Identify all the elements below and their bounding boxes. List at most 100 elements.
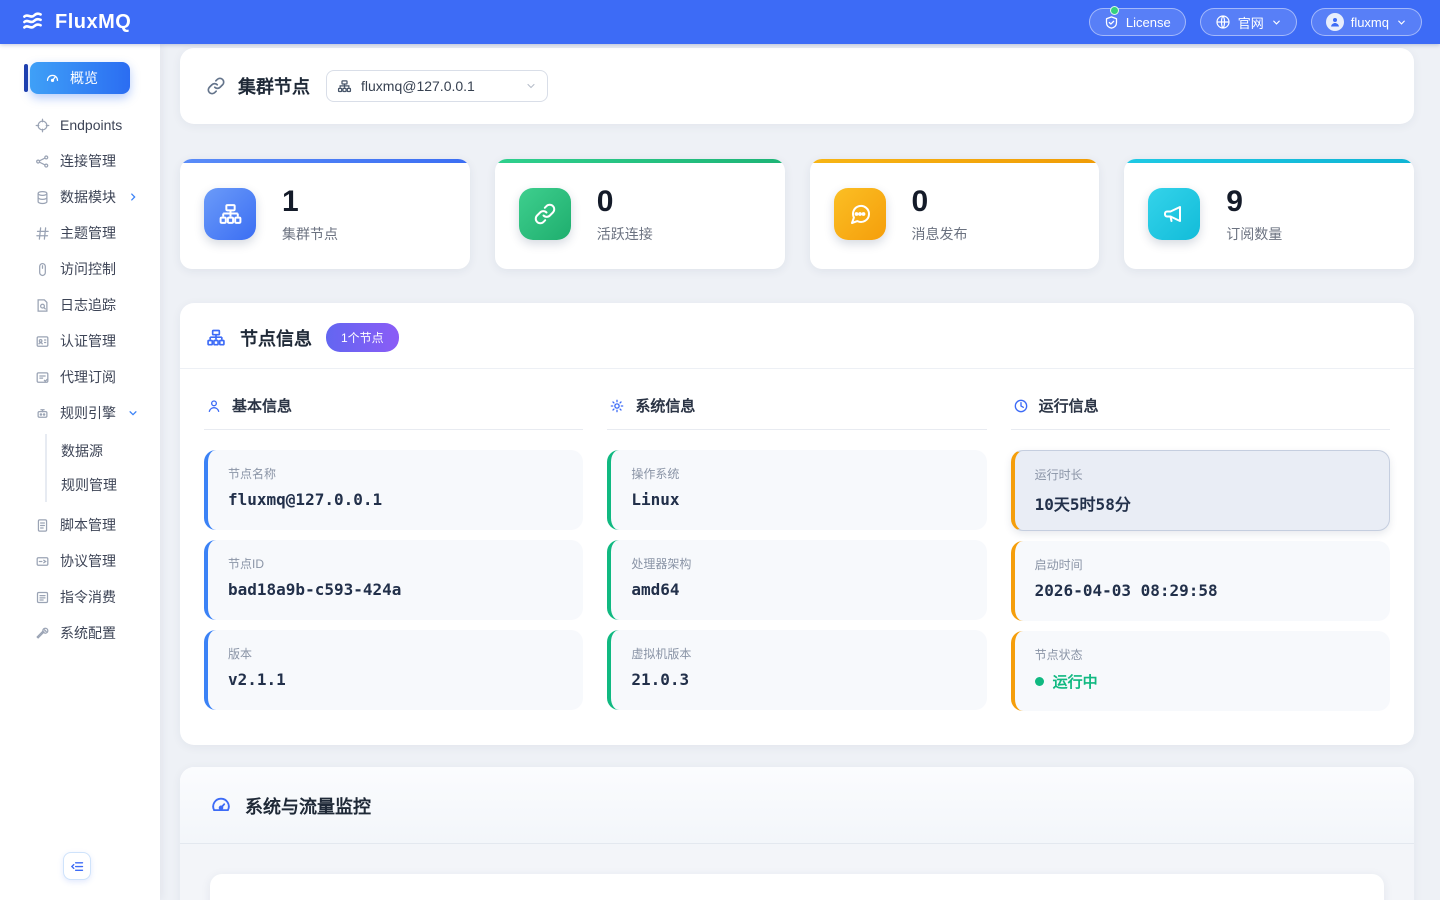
basic-info-column: 基本信息 节点名称 fluxmq@127.0.0.1 节点ID bad18a9b…: [204, 395, 583, 721]
node-info-title: 节点信息: [240, 325, 312, 351]
sidebar-subitem-label: 数据源: [61, 441, 103, 461]
cluster-node-select[interactable]: fluxmq@127.0.0.1: [326, 70, 548, 102]
stat-value: 1: [282, 185, 338, 218]
user-menu[interactable]: fluxmq: [1311, 8, 1422, 36]
chevron-down-icon: [525, 80, 537, 92]
stat-label: 集群节点: [282, 224, 338, 244]
sidebar-item-endpoints[interactable]: Endpoints: [34, 110, 160, 140]
main-content: 集群节点 fluxmq@127.0.0.1 1 集群节点: [160, 44, 1440, 900]
info-label: 节点状态: [1035, 646, 1370, 663]
sidebar-collapse-button[interactable]: [63, 852, 91, 880]
crosshair-icon: [34, 117, 50, 133]
sidebar-item-label: 连接管理: [60, 151, 116, 171]
globe-icon: [1215, 14, 1231, 30]
system-status-card: 系统状态: [210, 874, 1384, 900]
sidebar-item-label: 系统配置: [60, 623, 116, 643]
sidebar-item-scripts[interactable]: 脚本管理: [34, 510, 160, 540]
id-badge-icon: [34, 369, 50, 385]
brand: FluxMQ: [20, 9, 131, 35]
sitemap-icon: [204, 188, 256, 240]
info-value: 2026-04-03 08:29:58: [1035, 581, 1370, 600]
share-nodes-icon: [34, 153, 50, 169]
stat-label: 订阅数量: [1226, 224, 1282, 244]
sitemap-icon: [206, 328, 226, 348]
info-card-node-status: 节点状态 运行中: [1011, 631, 1390, 711]
stat-label: 消息发布: [912, 224, 968, 244]
sidebar-item-data-modules[interactable]: 数据模块: [34, 182, 160, 212]
info-value: bad18a9b-c593-424a: [228, 580, 563, 599]
sidebar-item-label: 协议管理: [60, 551, 116, 571]
stat-value: 0: [912, 185, 968, 218]
link-icon: [519, 188, 571, 240]
info-value: v2.1.1: [228, 670, 563, 689]
person-icon: [206, 398, 222, 414]
sidebar-item-connections[interactable]: 连接管理: [34, 146, 160, 176]
column-title: 基本信息: [232, 395, 292, 416]
info-card-start-time: 启动时间 2026-04-03 08:29:58: [1011, 541, 1390, 621]
user-avatar: [1326, 13, 1344, 31]
cluster-node-select-value: fluxmq@127.0.0.1: [361, 78, 516, 94]
monitor-title: 系统与流量监控: [245, 793, 371, 819]
sidebar-item-log-trace[interactable]: 日志追踪: [34, 290, 160, 320]
cluster-node-bar: 集群节点 fluxmq@127.0.0.1: [180, 48, 1414, 124]
sidebar-item-overview[interactable]: 概览: [30, 62, 130, 94]
info-card-uptime: 运行时长 10天5时58分: [1011, 450, 1390, 531]
sidebar-item-label: 数据模块: [60, 187, 116, 207]
monitor-panel: 系统与流量监控 系统状态: [180, 767, 1414, 900]
chevron-right-icon: [128, 192, 138, 202]
wrench-icon: [34, 625, 50, 641]
sidebar-item-label: 代理订阅: [60, 367, 116, 387]
rule-engine-icon: [34, 405, 50, 421]
info-label: 版本: [228, 645, 563, 662]
info-value: 10天5时58分: [1035, 491, 1369, 515]
active-indicator: [24, 64, 28, 92]
official-site-label: 官网: [1238, 13, 1264, 32]
hash-icon: [34, 225, 50, 241]
official-site-dropdown[interactable]: 官网: [1200, 8, 1297, 36]
info-label: 运行时长: [1035, 466, 1369, 483]
license-label: License: [1126, 15, 1171, 30]
sidebar-item-topics[interactable]: 主题管理: [34, 218, 160, 248]
sidebar-item-label: 规则引擎: [60, 403, 116, 423]
info-value: Linux: [631, 490, 966, 509]
info-value: 21.0.3: [631, 670, 966, 689]
stats-row: 1 集群节点 0 活跃连接 0 消息发布: [180, 159, 1414, 269]
stat-card-cluster-nodes: 1 集群节点: [180, 159, 470, 269]
cluster-node-title: 集群节点: [206, 73, 310, 99]
top-navbar: FluxMQ License 官网: [0, 0, 1440, 44]
info-label: 虚拟机版本: [631, 645, 966, 662]
sidebar-item-proxy-subscribe[interactable]: 代理订阅: [34, 362, 160, 392]
sidebar-item-label: Endpoints: [60, 117, 122, 133]
sidebar-item-auth[interactable]: 认证管理: [34, 326, 160, 356]
sidebar-item-protocols[interactable]: 协议管理: [34, 546, 160, 576]
system-info-column: 系统信息 操作系统 Linux 处理器架构 amd64 虚拟机版本 21.0.3: [607, 395, 986, 721]
sidebar-item-label: 主题管理: [60, 223, 116, 243]
megaphone-icon: [1148, 188, 1200, 240]
chat-bubble-icon: [834, 188, 886, 240]
sidebar: 概览 Endpoints 连接管理 数据模块: [0, 44, 160, 900]
speedometer-icon: [210, 795, 232, 817]
sidebar-item-command-consume[interactable]: 指令消费: [34, 582, 160, 612]
sidebar-item-label: 指令消费: [60, 587, 116, 607]
runtime-info-column: 运行信息 运行时长 10天5时58分 启动时间 2026-04-03 08:29…: [1011, 395, 1390, 721]
link-icon: [206, 76, 226, 96]
rule-engine-submenu: 数据源 规则管理: [45, 434, 160, 502]
stat-label: 活跃连接: [597, 224, 653, 244]
info-card-node-id: 节点ID bad18a9b-c593-424a: [204, 540, 583, 620]
sidebar-item-system-config[interactable]: 系统配置: [34, 618, 160, 648]
sidebar-item-label: 日志追踪: [60, 295, 116, 315]
chevron-down-icon: [1396, 17, 1407, 28]
script-icon: [34, 517, 50, 533]
sidebar-subitem-rule-management[interactable]: 规则管理: [61, 468, 160, 502]
sidebar-subitem-datasource[interactable]: 数据源: [61, 434, 160, 468]
license-button[interactable]: License: [1089, 8, 1186, 36]
sidebar-item-label: 认证管理: [60, 331, 116, 351]
fluxmq-logo-icon: [20, 9, 46, 35]
sidebar-item-rule-engine[interactable]: 规则引擎: [34, 398, 160, 428]
sidebar-item-access-control[interactable]: 访问控制: [34, 254, 160, 284]
info-label: 处理器架构: [631, 555, 966, 572]
stat-card-messages-published: 0 消息发布: [810, 159, 1100, 269]
protocol-icon: [34, 553, 50, 569]
info-card-cpu-arch: 处理器架构 amd64: [607, 540, 986, 620]
info-card-node-name: 节点名称 fluxmq@127.0.0.1: [204, 450, 583, 530]
